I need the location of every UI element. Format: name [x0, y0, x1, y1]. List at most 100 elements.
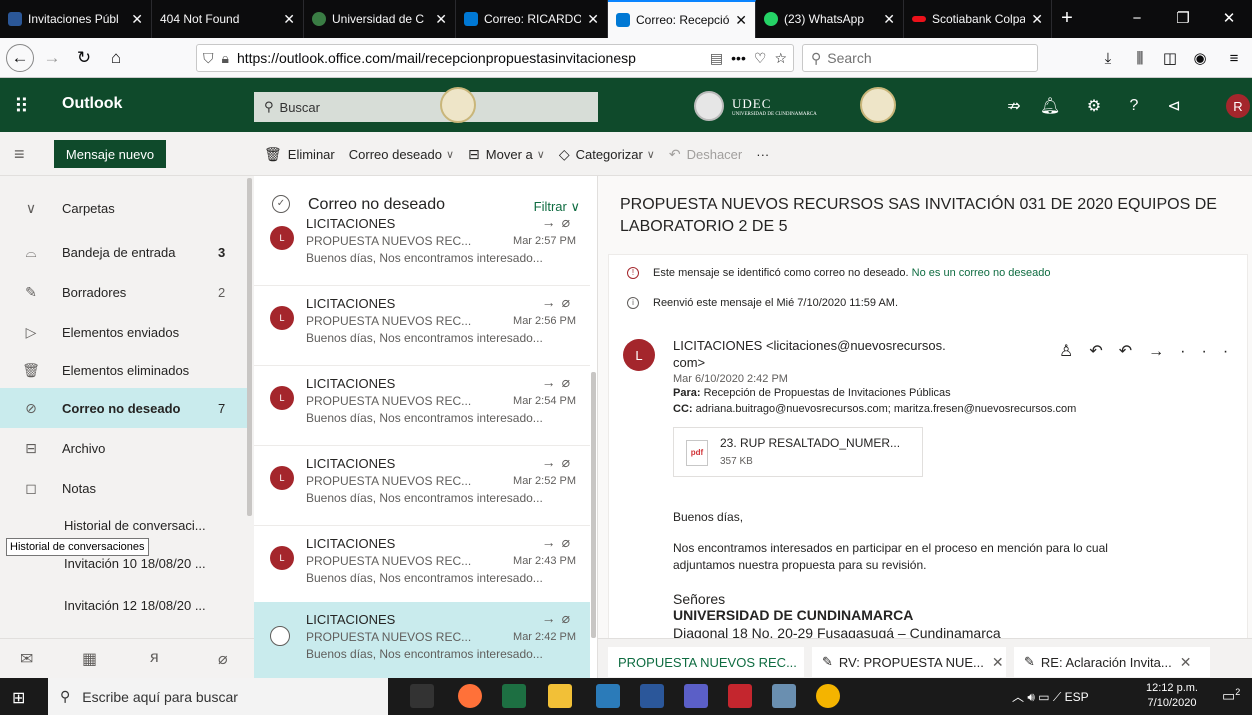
- sidebar-icon[interactable]: ◫: [1156, 44, 1184, 72]
- page-actions-icon[interactable]: •••: [731, 50, 746, 66]
- windows-start-icon[interactable]: ⊞: [12, 688, 25, 708]
- calendar-icon[interactable]: ▦: [82, 649, 97, 669]
- sidebar-item-invitacion-12[interactable]: Invitación 12 18/08/20 ...: [64, 598, 206, 613]
- sidebar-item-drafts[interactable]: ✎ Borradores 2: [0, 272, 248, 312]
- app-launcher-icon[interactable]: ⠿: [14, 94, 29, 119]
- sender-address[interactable]: LICITACIONES <licitaciones@nuevosrecurso…: [673, 337, 983, 371]
- clock[interactable]: 12:12 p.m. 7/10/2020: [1140, 681, 1204, 711]
- excel-icon[interactable]: [502, 684, 526, 708]
- undo-button[interactable]: ↶ Deshacer: [669, 146, 742, 163]
- message-item[interactable]: L LICITACIONES →⌀ PROPUESTA NUEVOS REC... Ma…: [254, 286, 590, 366]
- restore-button[interactable]: ❐: [1160, 0, 1206, 38]
- folders-header[interactable]: ∨ Carpetas: [0, 188, 248, 228]
- task-view-icon[interactable]: [410, 684, 434, 708]
- draft-tab[interactable]: ✎ RV: PROPUESTA NUE... ✕: [812, 647, 1006, 677]
- close-tab-icon[interactable]: ✕: [1031, 11, 1043, 28]
- close-icon[interactable]: ✕: [992, 654, 1004, 671]
- app-title[interactable]: Outlook: [62, 95, 122, 113]
- folder-pane-scrollbar[interactable]: [247, 178, 252, 516]
- notification-icon[interactable]: ▭2: [1222, 687, 1240, 705]
- delete-button[interactable]: 🗑︎ Eliminar: [264, 146, 335, 163]
- account-icon[interactable]: ◉: [1186, 44, 1214, 72]
- close-tab-icon[interactable]: ✕: [435, 11, 447, 28]
- new-tab-button[interactable]: +: [1052, 0, 1082, 38]
- tab-404[interactable]: 404 Not Found ✕: [152, 0, 304, 38]
- reply-icon[interactable]: ↶: [1089, 343, 1118, 360]
- message-item[interactable]: L LICITACIONES →⌀ PROPUESTA NUEVOS REC... Ma…: [254, 526, 590, 606]
- reload-button[interactable]: ↻: [70, 44, 98, 72]
- mail-icon[interactable]: ✉: [20, 649, 33, 669]
- close-tab-icon[interactable]: ✕: [735, 12, 747, 29]
- taskbar-search[interactable]: ⚲ Escribe aquí para buscar: [48, 678, 388, 715]
- close-tab-icon[interactable]: ✕: [587, 11, 599, 28]
- system-tray[interactable]: ︿ 🔊︎ ▭ ⟋ ESP: [1012, 688, 1089, 705]
- paint-icon[interactable]: [772, 684, 796, 708]
- sidebar-item-notes[interactable]: ◻ Notas: [0, 468, 248, 508]
- forward-button[interactable]: →: [38, 44, 66, 72]
- word-icon[interactable]: [640, 684, 664, 708]
- gear-icon[interactable]: ⚙: [1080, 92, 1108, 120]
- attachment-card[interactable]: pdf 23. RUP RESALTADO_NUMER... 357 KB: [673, 427, 923, 477]
- tab-whatsapp[interactable]: (23) WhatsApp ✕: [756, 0, 904, 38]
- new-message-button[interactable]: Mensaje nuevo: [54, 140, 166, 168]
- sidebar-item-junk[interactable]: ⊘ Correo no deseado 7: [0, 388, 248, 428]
- tab-universidad[interactable]: Universidad de C ✕: [304, 0, 456, 38]
- message-item-selected[interactable]: LICITACIONES →⌀ PROPUESTA NUEVOS REC... Mar…: [254, 602, 590, 678]
- hamburger-icon[interactable]: ≡: [14, 144, 25, 165]
- bookmark-star-icon[interactable]: ☆: [774, 50, 787, 67]
- categorize-button[interactable]: ◇ Categorizar ∨: [559, 146, 655, 163]
- people-icon[interactable]: ᴙ: [150, 649, 159, 667]
- acrobat-icon[interactable]: [728, 684, 752, 708]
- firefox-icon[interactable]: [458, 684, 482, 708]
- mail-search-input[interactable]: ⚲ Buscar: [254, 92, 598, 122]
- more-actions-icon[interactable]: ···: [1180, 343, 1244, 360]
- address-bar[interactable]: ⛉ 🔒︎ https://outlook.office.com/mail/rec…: [196, 44, 794, 72]
- library-icon[interactable]: ⫼: [1126, 44, 1154, 72]
- pocket-icon[interactable]: ♡: [754, 50, 767, 67]
- paperclip-icon[interactable]: ⌀: [218, 649, 228, 669]
- draft-tab[interactable]: PROPUESTA NUEVOS REC...: [608, 647, 804, 677]
- sidebar-item-history[interactable]: Historial de conversaci...: [64, 518, 206, 533]
- feedback-icon[interactable]: ⊲: [1160, 92, 1188, 120]
- minimize-button[interactable]: −: [1114, 0, 1160, 38]
- bell-icon[interactable]: 🔔︎: [1036, 92, 1064, 120]
- back-button[interactable]: ←: [6, 43, 34, 72]
- sidebar-item-archive[interactable]: ⊟ Archivo: [0, 428, 248, 468]
- message-item[interactable]: L LICITACIONES →⌀ PROPUESTA NUEVOS REC... Ma…: [254, 446, 590, 526]
- close-tab-icon[interactable]: ✕: [283, 11, 295, 28]
- not-junk-link[interactable]: No es un correo no deseado: [912, 267, 1051, 279]
- close-icon[interactable]: ✕: [1180, 654, 1192, 671]
- chrome-icon[interactable]: [816, 684, 840, 708]
- browser-search-box[interactable]: ⚲ Search: [802, 44, 1038, 72]
- draft-tab[interactable]: ✎ RE: Aclaración Invita... ✕: [1014, 647, 1210, 677]
- menu-icon[interactable]: ≡: [1220, 44, 1248, 72]
- close-tab-icon[interactable]: ✕: [883, 11, 895, 28]
- teams-icon[interactable]: [684, 684, 708, 708]
- user-avatar[interactable]: R: [1226, 94, 1250, 118]
- message-item[interactable]: L LICITACIONES →⌀ PROPUESTA NUEVOS REC... Ma…: [254, 366, 590, 446]
- forward-icon[interactable]: →: [1148, 343, 1180, 360]
- my-day-icon[interactable]: ⇏: [1000, 92, 1028, 120]
- sidebar-item-deleted[interactable]: 🗑︎ Elementos eliminados: [0, 350, 248, 390]
- sidebar-item-inbox[interactable]: ⌓ Bandeja de entrada 3: [0, 232, 248, 272]
- tab-invitaciones[interactable]: Invitaciones Públ ✕: [0, 0, 152, 38]
- move-to-button[interactable]: ⊟ Mover a ∨: [468, 146, 545, 163]
- tab-scotiabank[interactable]: Scotiabank Colpa ✕: [904, 0, 1052, 38]
- message-item[interactable]: L LICITACIONES →⌀ PROPUESTA NUEVOS REC... Ma…: [254, 206, 590, 286]
- sidebar-item-sent[interactable]: ▷ Elementos enviados: [0, 312, 248, 352]
- close-window-button[interactable]: ✕: [1206, 0, 1252, 38]
- sender-avatar[interactable]: L: [623, 339, 655, 371]
- select-checkbox[interactable]: [270, 626, 290, 646]
- close-tab-icon[interactable]: ✕: [131, 11, 143, 28]
- junk-button[interactable]: Correo deseado ∨: [349, 147, 454, 162]
- tab-correo-ricardo[interactable]: Correo: RICARDO ✕: [456, 0, 608, 38]
- reply-all-icon[interactable]: ↶: [1119, 343, 1148, 360]
- sidebar-item-invitacion-10[interactable]: Invitación 10 18/08/20 ...: [64, 556, 206, 571]
- like-icon[interactable]: ♙: [1059, 343, 1089, 360]
- help-icon[interactable]: ?: [1120, 92, 1148, 120]
- file-explorer-icon[interactable]: [548, 684, 572, 708]
- downloads-icon[interactable]: ⤓: [1094, 44, 1122, 72]
- message-list-scrollbar[interactable]: [591, 372, 596, 638]
- reader-icon[interactable]: ▤: [710, 50, 723, 67]
- tab-correo-recepcion[interactable]: Correo: Recepción ✕: [608, 0, 756, 38]
